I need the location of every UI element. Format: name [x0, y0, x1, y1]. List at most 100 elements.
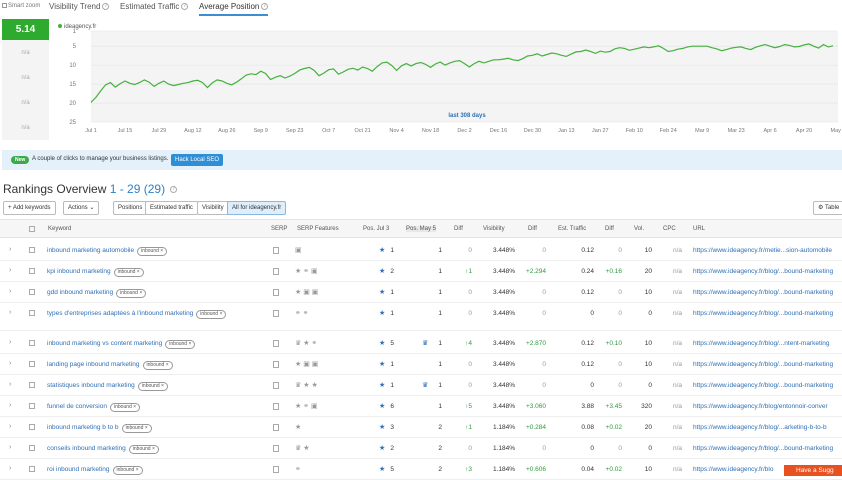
table-row[interactable]: › inbound marketing b to b inbound × ★ ★ 3 2 ↑1… [0, 417, 842, 438]
keyword-link[interactable]: conseils inbound marketing [47, 445, 126, 452]
table-row[interactable]: › gdd inbound marketing inbound × ★ ▣ ▣ ★ 1 1 0… [0, 282, 842, 303]
average-position-chart[interactable]: 1510152025Jul 1 Jul 15 Jul 29 Aug 12 Aug 26 S… [54, 18, 842, 138]
url-link[interactable]: https://www.ideagency.fr/blog/...bound-m… [693, 289, 833, 296]
col-visibility-diff[interactable]: Diff [528, 226, 537, 232]
url-link[interactable]: https://www.ideagency.fr/blog/...bound-m… [693, 268, 833, 275]
expand-row-chevron-icon[interactable]: › [9, 402, 11, 409]
url-link[interactable]: https://www.ideagency.fr/blog/...bound-m… [693, 445, 833, 452]
serp-snapshot-icon[interactable] [273, 382, 279, 391]
serp-snapshot-icon[interactable] [273, 466, 279, 475]
table-row[interactable]: › types d'entreprises adaptées à l'inboun… [0, 303, 842, 331]
tab-average-position[interactable]: Average Position i [199, 2, 269, 16]
col-pos-may[interactable]: Pos. May 5 [406, 226, 437, 232]
keyword-link[interactable]: funnel de conversion [47, 403, 107, 410]
expand-row-chevron-icon[interactable]: › [9, 381, 11, 388]
keyword-tag[interactable]: inbound × [137, 382, 168, 391]
add-keywords-button[interactable]: + Add keywords [3, 201, 56, 215]
col-volume[interactable]: Vol. [634, 226, 644, 232]
row-checkbox[interactable] [29, 340, 35, 348]
table-row[interactable]: › kpi inbound marketing inbound × ★ ⚭ ▣ ★ 2 1 ↑… [0, 261, 842, 282]
keyword-link[interactable]: types d'entreprises adaptées à l'inbound… [47, 310, 193, 317]
hack-local-seo-button[interactable]: Hack Local SEO [171, 154, 224, 166]
keyword-tag[interactable]: inbound × [137, 247, 168, 256]
info-icon[interactable]: i [261, 3, 269, 11]
expand-row-chevron-icon[interactable]: › [9, 288, 11, 295]
smart-zoom-checkbox[interactable] [2, 3, 7, 8]
keyword-tag[interactable]: inbound × [110, 403, 141, 412]
row-checkbox[interactable] [29, 310, 35, 318]
keyword-tag[interactable]: inbound × [196, 310, 227, 319]
expand-row-chevron-icon[interactable]: › [9, 267, 11, 274]
filter-positions[interactable]: Positions [113, 201, 148, 215]
serp-snapshot-icon[interactable] [273, 445, 279, 454]
table-row[interactable]: › conseils inbound marketing inbound × ♛ ★ ★… [0, 438, 842, 459]
col-pos-jul[interactable]: Pos. Jul 3 [363, 226, 389, 232]
col-serp-features[interactable]: SERP Features [297, 226, 339, 232]
select-all-checkbox[interactable] [29, 226, 35, 234]
expand-row-chevron-icon[interactable]: › [9, 423, 11, 430]
url-link[interactable]: https://www.ideagency.fr/blog/...ntent-m… [693, 340, 829, 347]
table-row[interactable]: › statistiques inbound marketing inbound ×… [0, 375, 842, 396]
serp-snapshot-icon[interactable] [273, 310, 279, 319]
url-link[interactable]: https://www.ideagency.fr/blog/...arketin… [693, 424, 827, 431]
url-link[interactable]: https://www.ideagency.fr/blog/...bound-m… [693, 310, 833, 317]
row-checkbox[interactable] [29, 403, 35, 411]
keyword-tag[interactable]: inbound × [113, 268, 144, 277]
info-icon[interactable]: i [181, 3, 189, 11]
expand-row-chevron-icon[interactable]: › [9, 360, 11, 367]
row-checkbox[interactable] [29, 247, 35, 255]
col-diff[interactable]: Diff [454, 226, 463, 232]
keyword-tag[interactable]: inbound × [116, 289, 147, 298]
serp-snapshot-icon[interactable] [273, 247, 279, 256]
col-traffic-diff[interactable]: Diff [605, 226, 614, 232]
table-row[interactable]: › landing page inbound marketing inbound ×… [0, 354, 842, 375]
expand-row-chevron-icon[interactable]: › [9, 465, 11, 472]
col-keyword[interactable]: Keyword [48, 226, 71, 232]
suggestion-button[interactable]: Have a Sugg [784, 465, 842, 476]
table-row[interactable]: › funnel de conversion inbound × ★ ⚭ ▣ ★ 6 1 ↑5… [0, 396, 842, 417]
table-row[interactable]: › roi inbound marketing inbound × ⚭ ★ 5 2 ↑3 1.1… [0, 459, 842, 480]
actions-dropdown[interactable]: Actions ⌄ [63, 201, 100, 215]
keyword-tag[interactable]: inbound × [121, 424, 152, 433]
serp-snapshot-icon[interactable] [273, 403, 279, 412]
serp-snapshot-icon[interactable] [273, 268, 279, 277]
keyword-link[interactable]: gdd inbound marketing [47, 289, 113, 296]
url-link[interactable]: https://www.ideagency.fr/blog/entonnoir-… [693, 403, 828, 410]
table-settings-button[interactable]: ⚙ Table [813, 201, 842, 215]
tab-visibility-trend[interactable]: Visibility Trend i [49, 2, 110, 11]
info-icon[interactable]: i [170, 186, 178, 194]
url-link[interactable]: https://www.ideagency.fr/blog/...bound-m… [693, 361, 833, 368]
keyword-tag[interactable]: inbound × [165, 340, 196, 349]
expand-row-chevron-icon[interactable]: › [9, 339, 11, 346]
serp-snapshot-icon[interactable] [273, 340, 279, 349]
keyword-tag[interactable]: inbound × [128, 445, 159, 454]
keyword-link[interactable]: inbound marketing automobile [47, 247, 134, 254]
keyword-tag[interactable]: inbound × [112, 466, 143, 475]
expand-row-chevron-icon[interactable]: › [9, 309, 11, 316]
url-link[interactable]: https://www.ideagency.fr/blo [693, 466, 773, 473]
row-checkbox[interactable] [29, 424, 35, 432]
col-est-traffic[interactable]: Est. Traffic [558, 226, 586, 232]
row-checkbox[interactable] [29, 466, 35, 474]
col-visibility[interactable]: Visibility [483, 226, 505, 232]
serp-snapshot-icon[interactable] [273, 289, 279, 298]
col-cpc[interactable]: CPC [663, 226, 676, 232]
expand-row-chevron-icon[interactable]: › [9, 246, 11, 253]
col-url[interactable]: URL [693, 226, 705, 232]
row-checkbox[interactable] [29, 361, 35, 369]
expand-row-chevron-icon[interactable]: › [9, 444, 11, 451]
keyword-link[interactable]: inbound marketing vs content marketing [47, 340, 162, 347]
filter-estimated-traffic[interactable]: Estimated traffic [145, 201, 198, 215]
keyword-link[interactable]: landing page inbound marketing [47, 361, 140, 368]
row-checkbox[interactable] [29, 289, 35, 297]
tab-estimated-traffic[interactable]: Estimated Traffic i [120, 2, 189, 11]
col-serp[interactable]: SERP [271, 226, 287, 232]
keyword-tag[interactable]: inbound × [142, 361, 173, 370]
keyword-link[interactable]: inbound marketing b to b [47, 424, 119, 431]
table-row[interactable]: › inbound marketing vs content marketing i… [0, 333, 842, 354]
keyword-link[interactable]: statistiques inbound marketing [47, 382, 135, 389]
table-row[interactable]: › inbound marketing automobile inbound × ▣ ★… [0, 240, 842, 261]
keyword-link[interactable]: kpi inbound marketing [47, 268, 111, 275]
row-checkbox[interactable] [29, 445, 35, 453]
url-link[interactable]: https://www.ideagency.fr/blog/...bound-m… [693, 382, 833, 389]
